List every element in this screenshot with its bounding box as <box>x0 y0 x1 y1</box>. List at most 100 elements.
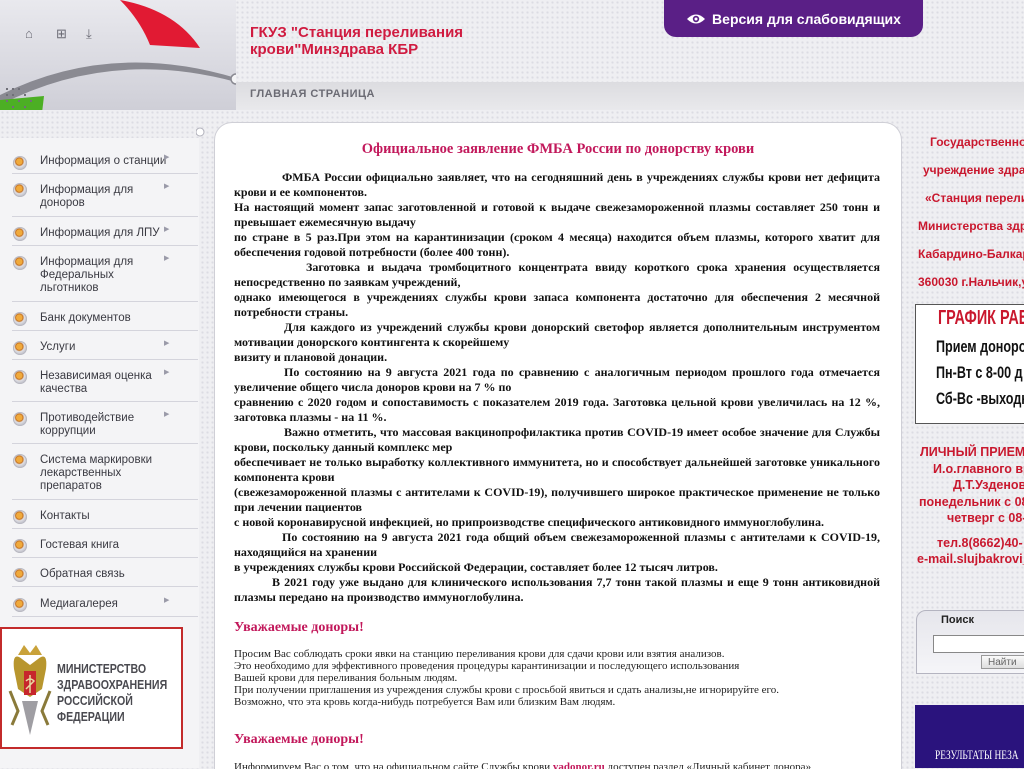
accessibility-version-label: Версия для слабовидящих <box>712 10 901 27</box>
article-paragraph: В 2021 году уже выдано для клинического … <box>234 575 880 604</box>
reception-line: И.о.главного вр <box>933 461 1024 476</box>
article-paragraph: На настоящий момент запас заготовленной … <box>234 200 880 229</box>
donors-line: При получении приглашения из учреждения … <box>234 684 780 696</box>
donors-line: Вашей крови для переливания больным людя… <box>234 672 458 684</box>
org-line: учреждение здраво <box>923 163 1024 177</box>
reception-phone: тел.8(8662)40- <box>937 535 1023 550</box>
ministry-line-3: РОССИЙСКОЙ ФЕДЕРАЦИИ <box>57 694 133 724</box>
bullet-icon <box>13 227 27 241</box>
search-input[interactable] <box>933 635 1024 653</box>
schedule-line: Пн-Вт с 8-00 д <box>936 363 1023 382</box>
results-banner-text: РЕЗУЛЬТАТЫ НЕЗА <box>935 747 1019 762</box>
reception-spacer <box>912 527 1024 535</box>
org-line: «Станция переливан <box>925 191 1024 205</box>
org-line: Государственное к <box>930 135 1024 149</box>
header-graphic: ⌂ ⊞ ⤓ <box>0 0 236 110</box>
org-line: Министерства здраво <box>918 219 1024 233</box>
reception-line: ЛИЧНЫЙ ПРИЕМ <box>920 445 1024 459</box>
article-paragraph: Для каждого из учреждений службы крови д… <box>234 320 880 349</box>
schedule-line: Сб-Вс -выходн <box>936 389 1024 408</box>
bullet-icon <box>13 412 27 426</box>
personal-reception-info: ЛИЧНЫЙ ПРИЕМ И.о.главного вр Д.Т.Узденов… <box>912 444 1024 568</box>
chevron-right-icon: ▶ <box>164 597 170 604</box>
bullet-icon <box>13 341 27 355</box>
bullet-icon <box>13 183 27 197</box>
bullet-icon <box>13 568 27 582</box>
bullet-icon <box>13 539 27 553</box>
article-paragraph: обеспечивает не только выработку коллект… <box>234 455 880 484</box>
donors-line: Возможно, что эта кровь когда-нибудь пот… <box>234 696 616 708</box>
chevron-right-icon: ▶ <box>164 154 170 161</box>
sidebar-item-label: Гостевая книга <box>40 539 120 551</box>
bullet-icon <box>13 156 27 170</box>
sidebar-item-label: Медиагалерея <box>40 598 118 610</box>
menu-divider <box>12 245 198 246</box>
article-body: ФМБА России официально заявляет, что на … <box>234 170 880 605</box>
org-line: 360030 г.Нальчик,ул.Т <box>918 275 1024 289</box>
bullet-icon <box>13 454 27 468</box>
sidebar-item-label: Банк документов <box>40 312 131 324</box>
reception-email: e-mail.slujbakrovi_k <box>917 552 1024 566</box>
header-swoosh <box>0 0 236 110</box>
nav-home-link[interactable]: ГЛАВНАЯ СТРАНИЦА <box>250 88 375 100</box>
article-paragraph: По состоянию на 9 августа 2021 года по с… <box>234 365 880 394</box>
ministry-line-2: ЗДРАВООХРАНЕНИЯ <box>57 678 168 692</box>
menu-divider <box>12 173 198 174</box>
sidebar-item-label: Информация для Федеральных льготников <box>40 256 134 294</box>
organization-info: Государственное к учреждение здраво «Ста… <box>917 128 1024 296</box>
article-paragraph: в учреждениях службы крови Российской Фе… <box>234 560 718 574</box>
sidebar-item-label: Система маркировки лекарственных препара… <box>40 454 153 492</box>
sidebar-item-label: Противодействие коррупции <box>40 412 135 437</box>
main-content: Официальное заявление ФМБА России по дон… <box>214 122 902 769</box>
sidebar-item-label: Обратная связь <box>40 568 125 580</box>
donors-line: Просим Вас соблюдать сроки явки на станц… <box>234 648 725 660</box>
sidebar-item-label: Информация для ЛПУ <box>40 227 160 239</box>
home-icon[interactable]: ⌂ <box>25 26 33 42</box>
article-paragraph: По состоянию на 9 августа 2021 года общи… <box>234 530 880 559</box>
schedule-title: ГРАФИК РАБО <box>938 307 1024 329</box>
work-schedule-banner[interactable]: ГРАФИК РАБО Прием доноро Пн-Вт с 8-00 д … <box>915 304 1024 424</box>
menu-divider <box>12 359 198 360</box>
download-icon[interactable]: ⤓ <box>86 26 92 42</box>
reception-line: Д.Т.Узденов <box>953 478 1024 492</box>
right-sidebar: Государственное к учреждение здраво «Ста… <box>912 122 1024 768</box>
reception-line: понедельник с 08 <box>919 494 1024 509</box>
search-button[interactable]: Найти <box>981 655 1024 669</box>
bullet-icon <box>13 510 27 524</box>
reception-line: четверг с 08-00 <box>947 511 1024 525</box>
sidebar-item-label: Услуги <box>40 341 76 353</box>
bookmark-add-icon[interactable]: ⊞ <box>56 26 67 42</box>
menu-divider <box>12 528 198 529</box>
menu-divider <box>12 616 198 617</box>
menu-divider <box>12 586 198 587</box>
article-title: Официальное заявление ФМБА России по дон… <box>361 141 755 157</box>
menu-divider <box>12 330 198 331</box>
donors-heading-2: Уважаемые доноры! <box>234 732 364 747</box>
menu-divider <box>12 301 198 302</box>
chevron-right-icon: ▶ <box>164 183 170 190</box>
bullet-icon <box>13 598 27 612</box>
org-line: Кабардино-Балкарско <box>918 247 1024 261</box>
site-title[interactable]: ГКУЗ "Станция переливания крови"Минздрав… <box>250 24 500 58</box>
bullet-icon <box>13 370 27 384</box>
ministry-of-health-banner[interactable]: МИНИСТЕРСТВО ЗДРАВООХРАНЕНИЯ РОССИЙСКОЙ … <box>0 627 183 749</box>
sidebar-item-label: Информация для доноров <box>40 184 134 209</box>
search-label: Поиск <box>941 614 975 626</box>
article-paragraph: однако имеющегося в учреждениях службы к… <box>234 290 880 319</box>
eye-icon <box>687 14 706 23</box>
article-paragraph: сравнению с 2020 годом и сопоставимость … <box>234 395 880 424</box>
menu-divider <box>12 216 198 217</box>
article-paragraph: (свежезамороженной плазмы с антителами к… <box>234 485 880 514</box>
donors-text: Просим Вас соблюдать сроки явки на станц… <box>234 648 874 708</box>
ministry-emblem-icon <box>8 645 52 735</box>
bullet-icon <box>13 312 27 326</box>
bullet-icon <box>13 256 27 270</box>
ministry-line-1: МИНИСТЕРСТВО <box>57 662 147 676</box>
chevron-right-icon: ▶ <box>164 255 170 262</box>
sidebar-item-label: Информация о станции <box>40 155 167 167</box>
article-paragraph: Важно отметить, что массовая вакцинопроф… <box>234 425 880 454</box>
independent-assessment-results-banner[interactable]: РЕЗУЛЬТАТЫ НЕЗА <box>915 705 1024 768</box>
accessibility-version-button[interactable]: Версия для слабовидящих <box>664 0 923 37</box>
article-paragraph: Заготовка и выдача тромбоцитного концент… <box>234 260 880 289</box>
search-panel: Поиск Найти <box>916 610 1024 674</box>
